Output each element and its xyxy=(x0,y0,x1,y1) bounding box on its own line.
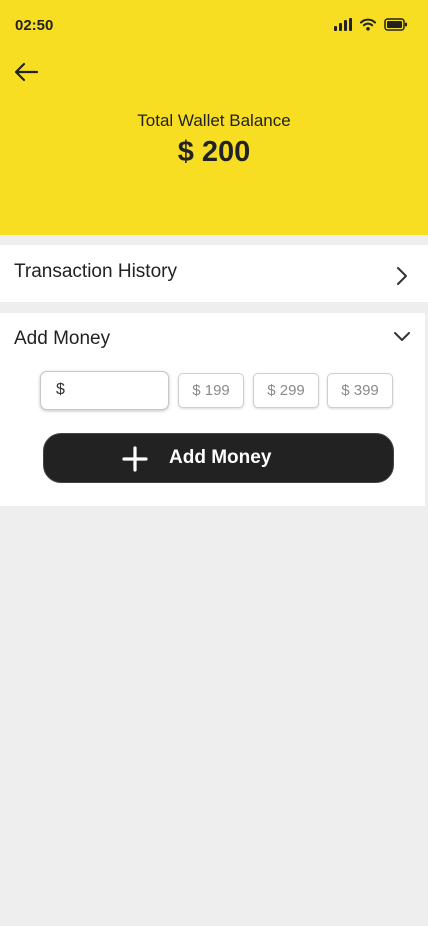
wallet-header: 02:50 Total Wallet Balance $ 200 xyxy=(0,0,428,235)
chevron-right-icon[interactable] xyxy=(396,266,408,286)
arrow-left-icon xyxy=(14,62,39,82)
wifi-icon xyxy=(360,18,376,31)
amount-field[interactable]: $ xyxy=(40,371,169,410)
amount-input[interactable] xyxy=(71,376,163,406)
chevron-down-icon xyxy=(394,332,410,341)
balance-value: $ 200 xyxy=(177,136,251,168)
balance-label: Total Wallet Balance xyxy=(137,111,291,130)
add-money-title: Add Money xyxy=(14,328,111,349)
add-money-button-label: Add Money xyxy=(169,447,272,468)
status-time: 02:50 xyxy=(15,17,54,34)
transaction-history-label: Transaction History xyxy=(14,261,177,282)
add-money-panel: Add Money $ $ 199 $ 299 $ 399 Add Money xyxy=(0,313,425,506)
add-money-header[interactable]: Add Money xyxy=(0,313,425,363)
plus-icon xyxy=(122,446,148,472)
signal-icon xyxy=(334,18,352,31)
status-icons xyxy=(334,17,408,31)
currency-prefix: $ xyxy=(56,381,65,398)
add-money-button[interactable]: Add Money xyxy=(43,433,394,483)
status-bar: 02:50 xyxy=(0,0,428,50)
back-button[interactable] xyxy=(10,58,42,86)
preset-amount-299[interactable]: $ 299 xyxy=(253,373,319,408)
battery-icon xyxy=(384,18,407,31)
preset-amount-399[interactable]: $ 399 xyxy=(327,373,393,408)
preset-amount-199[interactable]: $ 199 xyxy=(178,373,244,408)
transaction-history-row[interactable]: Transaction History xyxy=(0,245,428,302)
wallet-screen: 02:50 Total Wallet Balance $ 200 Transac… xyxy=(0,0,428,926)
